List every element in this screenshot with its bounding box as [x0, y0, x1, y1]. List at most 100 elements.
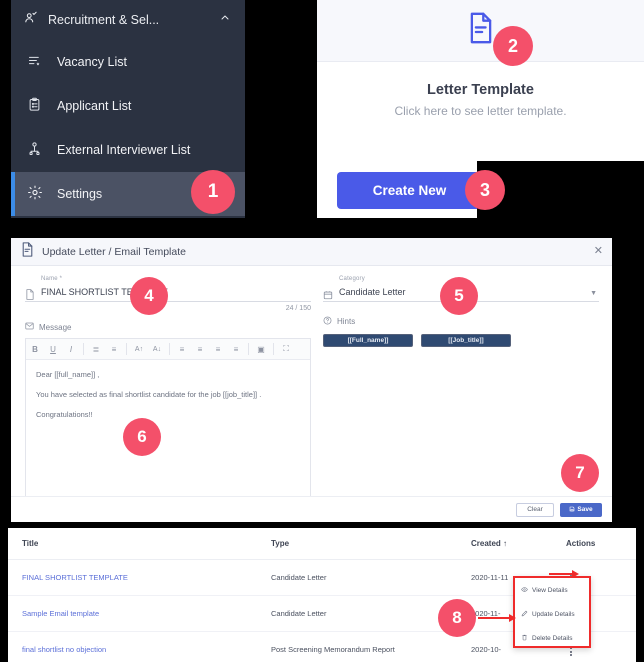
modal-left-column: Name * FINAL SHORTLIST TEMPLATE 24 / 150…: [25, 276, 311, 497]
cell-type: Post Screening Memorandum Report: [271, 631, 471, 662]
toolbar-divider: [83, 343, 84, 355]
gear-icon: [27, 185, 43, 204]
cell-title: final shortlist no objection: [8, 631, 271, 662]
fullscreen-icon[interactable]: ⛶: [277, 340, 295, 358]
template-link[interactable]: final shortlist no objection: [22, 645, 106, 654]
column-header-created[interactable]: Created ↑: [471, 528, 566, 560]
clear-button[interactable]: Clear: [516, 502, 554, 517]
cell-title: Sample Email template: [8, 595, 271, 632]
update-template-modal: Update Letter / Email Template ✕ Name * …: [11, 238, 612, 522]
org-person-icon: [27, 141, 42, 159]
underline-icon[interactable]: U: [44, 340, 62, 358]
document-lines-icon: [467, 12, 495, 49]
sidebar-group-recruitment[interactable]: Recruitment & Sel...: [11, 0, 245, 40]
card-icon-header: [317, 0, 644, 62]
close-icon[interactable]: ✕: [594, 246, 603, 257]
editor-line: Congratulations!!: [36, 410, 93, 419]
card-subtitle: Click here to see letter template.: [394, 104, 567, 118]
name-field-row[interactable]: FINAL SHORTLIST TEMPLATE: [25, 283, 311, 302]
badge-1: 1: [191, 170, 235, 214]
message-label-row: Message: [25, 322, 311, 332]
users-check-icon: [23, 10, 38, 30]
badge-3: 3: [465, 170, 505, 210]
align-right-icon[interactable]: ≡: [209, 340, 227, 358]
toolbar-divider: [248, 343, 249, 355]
align-left-icon[interactable]: ≡: [173, 340, 191, 358]
row-context-menu: View Details Update Details Delete Detai…: [513, 576, 591, 648]
align-center-icon[interactable]: ≡: [191, 340, 209, 358]
trash-icon: [521, 634, 528, 643]
sidebar-item-label: Vacancy List: [57, 55, 127, 69]
save-button[interactable]: Save: [560, 502, 602, 517]
editor-toolbar: B U I ≣ ≡ A↑ A↓ ≡ ≡ ≡ ≡ ▣ ⛶: [26, 339, 310, 360]
toolbar-divider: [169, 343, 170, 355]
create-new-button[interactable]: Create New: [337, 172, 482, 209]
column-header-actions: Actions: [566, 528, 636, 560]
card-title: Letter Template: [427, 82, 534, 98]
table-header-row: Title Type Created ↑ Actions: [8, 528, 636, 560]
hint-chip-full-name[interactable]: [[Full_name]]: [323, 334, 413, 347]
sidebar-item-label: Applicant List: [57, 99, 132, 113]
sidebar-group-label: Recruitment & Sel...: [48, 13, 160, 27]
context-menu-item-label: Update Details: [532, 610, 575, 618]
save-button-label: Save: [577, 506, 593, 513]
font-decrease-icon[interactable]: A↓: [148, 340, 166, 358]
clipboard-list-icon: [27, 97, 42, 115]
font-increase-icon[interactable]: A↑: [130, 340, 148, 358]
name-field-label: Name *: [41, 276, 63, 282]
message-label: Message: [39, 322, 72, 332]
bold-icon[interactable]: B: [26, 340, 44, 358]
toolbar-divider: [126, 343, 127, 355]
badge-4: 4: [130, 277, 168, 315]
context-menu-item-label: Delete Details: [532, 634, 573, 642]
sidebar-item-applicant-list[interactable]: Applicant List: [11, 84, 245, 128]
column-header-title[interactable]: Title: [8, 528, 271, 560]
template-link[interactable]: Sample Email template: [22, 609, 99, 618]
sidebar-item-external-interviewer-list[interactable]: External Interviewer List: [11, 128, 245, 172]
badge-6: 6: [123, 418, 161, 456]
eye-icon: [521, 586, 528, 595]
badge-7: 7: [561, 454, 599, 492]
editor-content[interactable]: Dear [[full_name]] , You have selected a…: [26, 360, 310, 496]
template-link[interactable]: FINAL SHORTLIST TEMPLATE: [22, 573, 128, 582]
unordered-list-icon[interactable]: ≡: [105, 340, 123, 358]
message-editor[interactable]: B U I ≣ ≡ A↑ A↓ ≡ ≡ ≡ ≡ ▣ ⛶ Dear [[full_…: [25, 338, 311, 497]
pencil-icon: [521, 610, 528, 619]
context-menu-item-update-details[interactable]: Update Details: [515, 602, 589, 626]
hint-chip-job-title[interactable]: [[Job_title]]: [421, 334, 511, 347]
align-justify-icon[interactable]: ≡: [227, 340, 245, 358]
modal-title: Update Letter / Email Template: [42, 245, 186, 258]
name-char-counter: 24 / 150: [285, 305, 311, 312]
context-menu-item-label: View Details: [532, 586, 568, 594]
italic-icon[interactable]: I: [62, 340, 80, 358]
mail-icon: [25, 322, 34, 332]
table-head: Title Type Created ↑ Actions: [8, 528, 636, 560]
editor-line: You have selected as final shortlist can…: [36, 390, 262, 399]
category-field-value: Candidate Letter: [339, 287, 406, 297]
hint-chip-list: [[Full_name]] [[Job_title]]: [323, 334, 599, 347]
badge-8: 8: [438, 599, 476, 637]
column-header-type[interactable]: Type: [271, 528, 471, 560]
cell-title: FINAL SHORTLIST TEMPLATE: [8, 559, 271, 596]
modal-body: Name * FINAL SHORTLIST TEMPLATE 24 / 150…: [11, 266, 612, 497]
modal-footer: Clear Save: [11, 496, 612, 522]
badge-5: 5: [440, 277, 478, 315]
chevron-up-icon[interactable]: [219, 11, 231, 29]
cell-type: Candidate Letter: [271, 559, 471, 596]
help-circle-icon: [323, 316, 332, 327]
context-menu-item-delete-details[interactable]: Delete Details: [515, 626, 589, 650]
calendar-icon: [323, 287, 333, 305]
image-icon[interactable]: ▣: [252, 340, 270, 358]
screenshot-root: Recruitment & Sel... Vacancy List Applic…: [0, 0, 644, 662]
sidebar-item-label: External Interviewer List: [57, 143, 191, 157]
sidebar-item-label: Settings: [57, 187, 103, 201]
editor-line: Dear [[full_name]] ,: [36, 370, 100, 379]
toolbar-divider: [273, 343, 274, 355]
sidebar-item-vacancy-list[interactable]: Vacancy List: [11, 40, 245, 84]
document-icon: [25, 287, 35, 305]
chevron-down-icon[interactable]: ▼: [590, 290, 597, 297]
context-menu-item-view-details[interactable]: View Details: [515, 578, 589, 602]
list-star-icon: [27, 53, 42, 71]
ordered-list-icon[interactable]: ≣: [87, 340, 105, 358]
hints-label: Hints: [337, 317, 356, 326]
